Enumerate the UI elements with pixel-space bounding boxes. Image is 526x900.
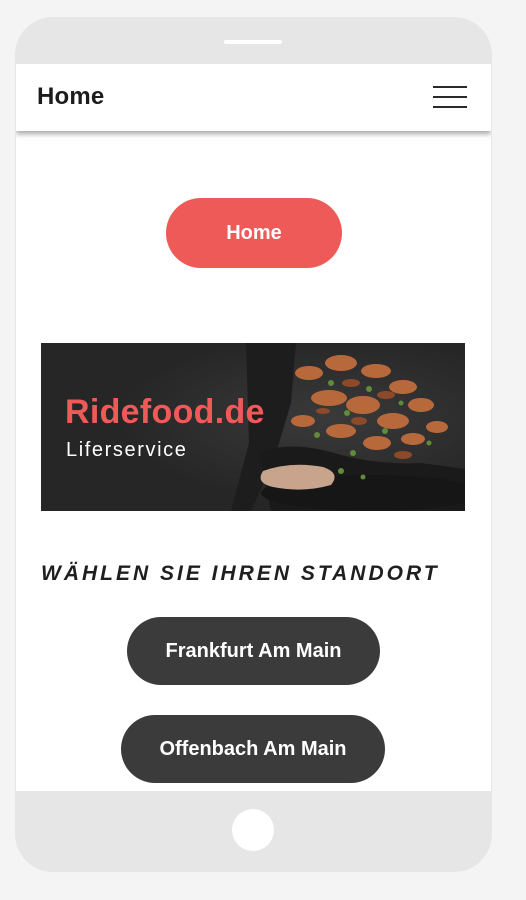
page-title: Home — [37, 83, 105, 110]
ridefood-banner: Ridefood.de Liferservice — [41, 343, 465, 511]
hamburger-menu-icon[interactable] — [433, 86, 469, 110]
banner-title: Ridefood.de — [65, 393, 265, 431]
location-heading: WÄHLEN SIE IHREN STANDORT — [41, 562, 440, 585]
banner-subtitle: Liferservice — [66, 439, 188, 461]
offenbach-location-button[interactable]: Offenbach Am Main — [121, 715, 385, 783]
phone-screen: Home Home Ridefood.de Liferservice WÄHLE… — [16, 64, 491, 791]
phone-mockup: Home Home Ridefood.de Liferservice WÄHLE… — [15, 17, 492, 872]
top-bar: Home — [16, 64, 491, 131]
frankfurt-location-button[interactable]: Frankfurt Am Main — [127, 617, 380, 685]
home-button[interactable]: Home — [166, 198, 342, 268]
phone-speaker — [224, 40, 282, 44]
phone-home-button — [232, 809, 274, 851]
